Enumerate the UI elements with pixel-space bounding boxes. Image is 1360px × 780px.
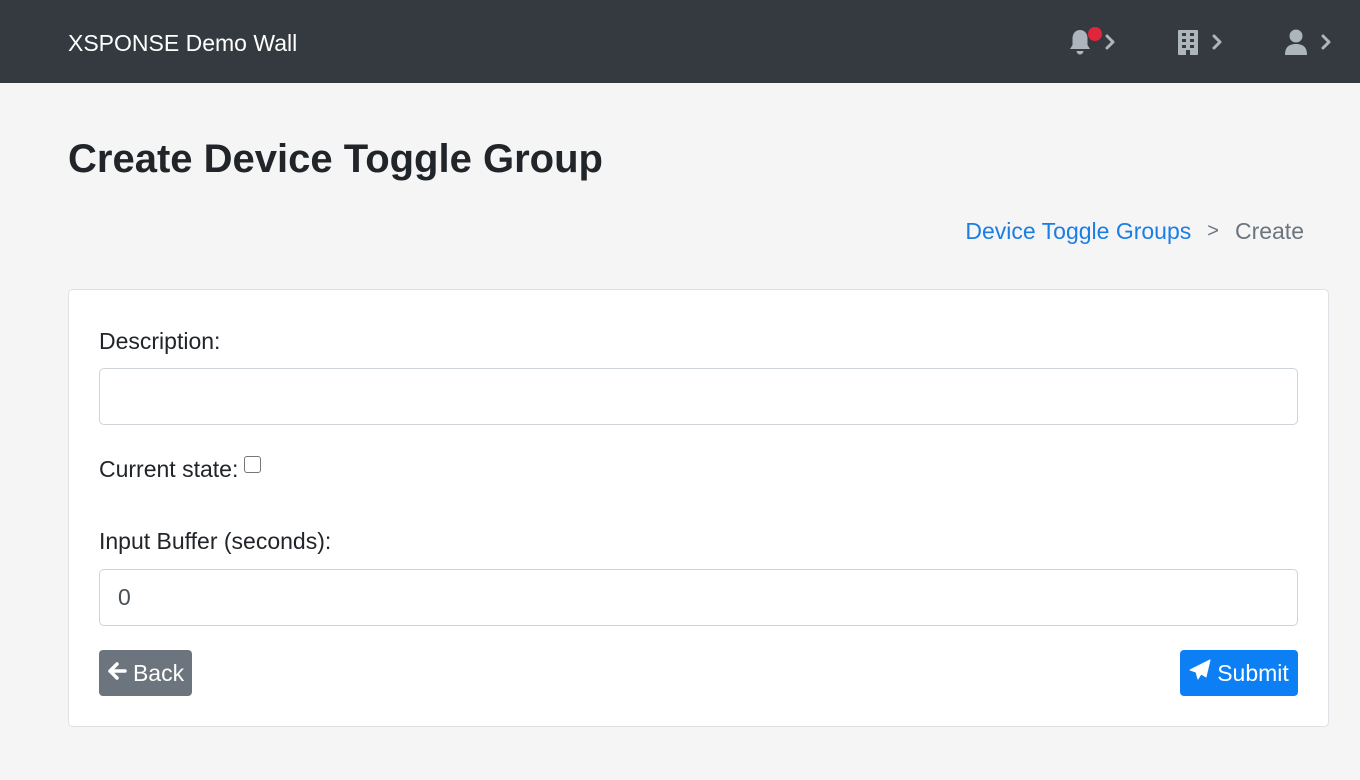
breadcrumb-separator: > (1207, 220, 1219, 242)
brand-title[interactable]: XSPONSE Demo Wall (68, 28, 297, 58)
page-title: Create Device Toggle Group (68, 137, 603, 181)
paper-plane-icon (1189, 659, 1217, 687)
input-buffer-input[interactable] (99, 569, 1298, 626)
notifications-menu[interactable] (1068, 24, 1116, 60)
form-card: Description: Current state: Input Buffer… (68, 289, 1329, 727)
building-icon (1177, 28, 1199, 56)
current-state-checkbox[interactable] (244, 456, 262, 473)
current-state-row: Current state: (99, 454, 262, 484)
building-menu[interactable] (1177, 24, 1223, 60)
back-button[interactable]: Back (99, 650, 192, 696)
user-menu[interactable] (1284, 24, 1332, 60)
bell-icon (1068, 27, 1102, 56)
submit-button[interactable]: Submit (1180, 650, 1298, 696)
current-state-label: Current state: (99, 456, 239, 482)
breadcrumb: Device Toggle Groups > Create (965, 216, 1304, 246)
description-input[interactable] (99, 368, 1298, 425)
chevron-right-icon (1320, 33, 1332, 51)
back-button-label: Back (132, 659, 185, 686)
description-label: Description: (99, 328, 221, 354)
arrow-left-icon (107, 660, 133, 687)
input-buffer-label: Input Buffer (seconds): (99, 528, 332, 554)
breadcrumb-current: Create (1234, 218, 1304, 244)
breadcrumb-link-device-toggle-groups[interactable]: Device Toggle Groups (965, 216, 1191, 246)
chevron-right-icon (1211, 33, 1223, 51)
user-icon (1284, 28, 1308, 56)
chevron-right-icon (1104, 33, 1116, 51)
top-navbar: XSPONSE Demo Wall (0, 0, 1360, 83)
notification-dot (1088, 27, 1102, 41)
submit-button-label: Submit (1217, 659, 1289, 686)
